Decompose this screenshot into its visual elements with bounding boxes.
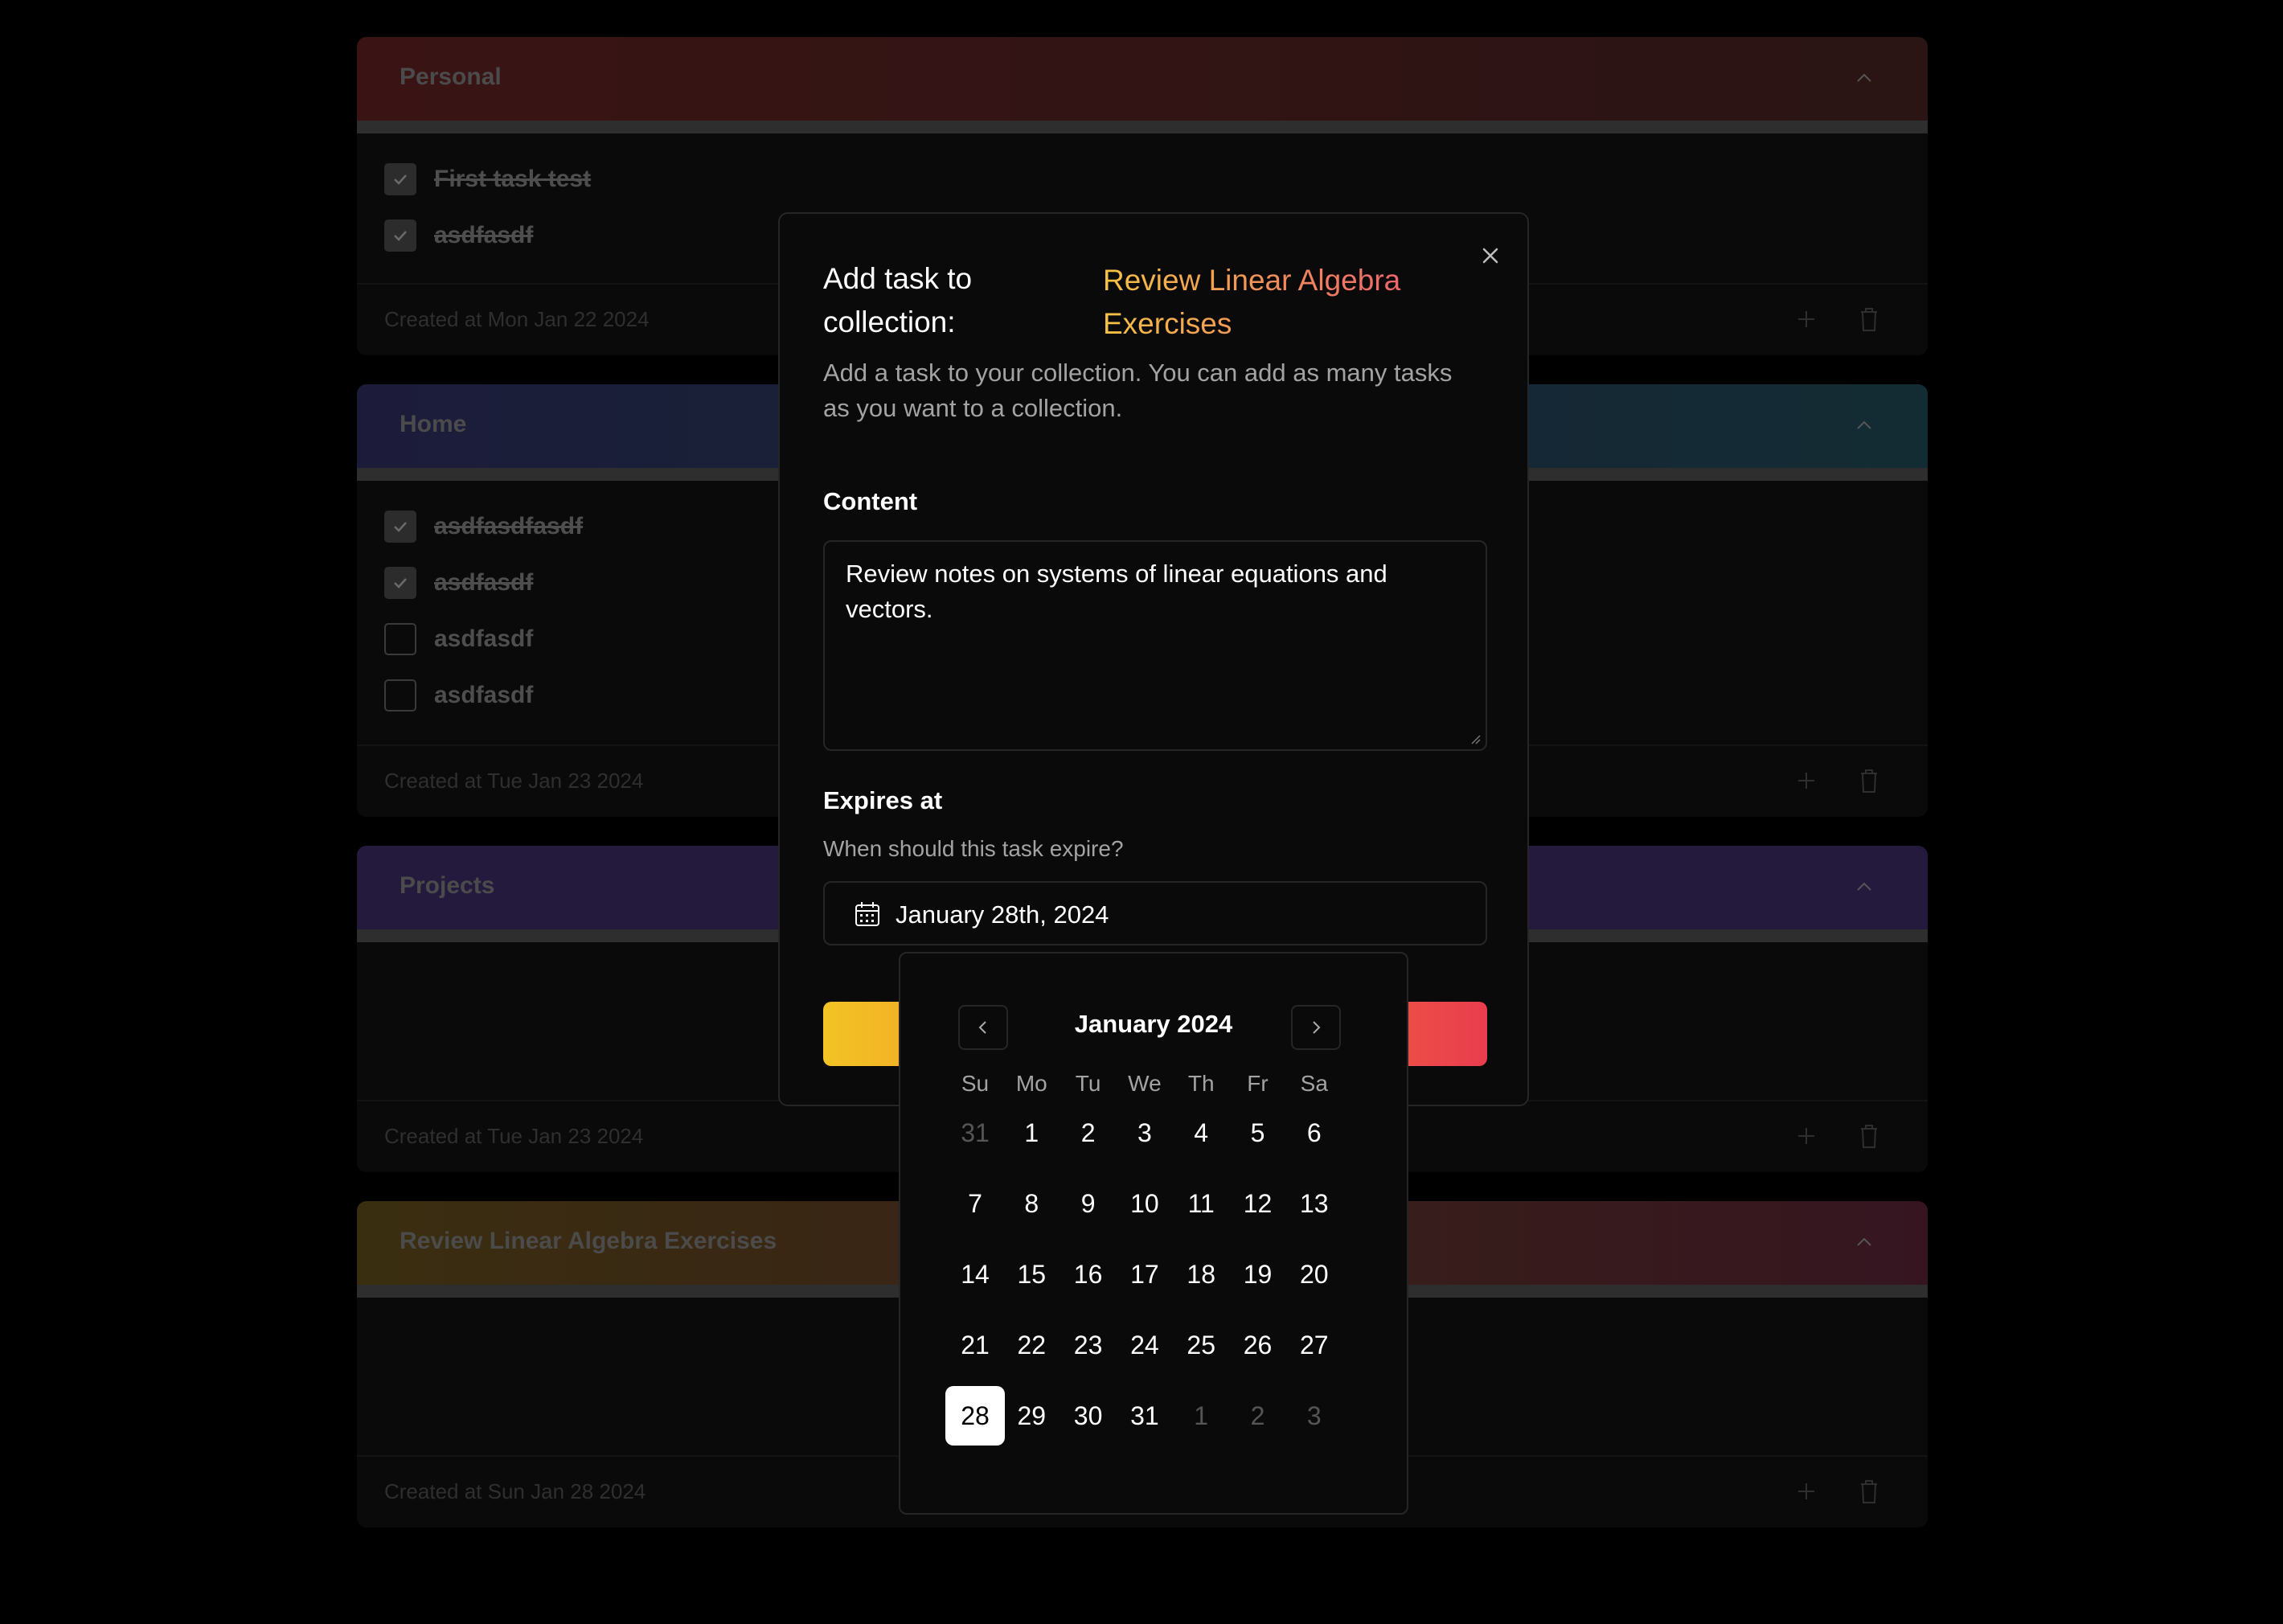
calendar-day[interactable]: 30 xyxy=(1059,1386,1118,1446)
calendar-day[interactable]: 3 xyxy=(1285,1386,1344,1446)
calendar-day[interactable]: 13 xyxy=(1285,1174,1344,1233)
calendar-day-selected[interactable]: 28 xyxy=(945,1386,1005,1446)
calendar-day[interactable]: 7 xyxy=(945,1174,1005,1233)
plus-icon[interactable] xyxy=(1794,769,1818,793)
content-textarea[interactable]: Review notes on systems of linear equati… xyxy=(823,540,1487,751)
calendar-day[interactable]: 1 xyxy=(1002,1103,1061,1163)
content-label: Content xyxy=(823,487,918,515)
dialog-title: Add task to collection: xyxy=(823,262,973,338)
chevron-up-icon[interactable] xyxy=(1852,875,1876,899)
task-label: asdfasdf xyxy=(434,222,534,248)
calendar-day[interactable]: 4 xyxy=(1171,1103,1231,1163)
task-label: asdfasdf xyxy=(434,625,534,652)
calendar-day[interactable]: 2 xyxy=(1059,1103,1118,1163)
calendar-day[interactable]: 22 xyxy=(1002,1315,1061,1375)
calendar-day[interactable]: 6 xyxy=(1285,1103,1344,1163)
collection-title: Review Linear Algebra Exercises xyxy=(400,1228,777,1254)
trash-icon[interactable] xyxy=(1857,306,1881,333)
collection-title: Personal xyxy=(400,64,502,90)
date-picker-value: January 28th, 2024 xyxy=(896,900,1109,929)
resize-handle-icon[interactable] xyxy=(1469,733,1481,744)
date-picker-button[interactable]: January 28th, 2024 xyxy=(823,881,1487,945)
calendar-day[interactable]: 14 xyxy=(945,1245,1005,1304)
calendar-day[interactable]: 11 xyxy=(1171,1174,1231,1233)
trash-icon[interactable] xyxy=(1857,1122,1881,1150)
task-checkbox[interactable] xyxy=(384,511,416,543)
calendar-day[interactable]: 12 xyxy=(1228,1174,1288,1233)
calendar-day[interactable]: 17 xyxy=(1115,1245,1174,1304)
calendar-day[interactable]: 24 xyxy=(1115,1315,1174,1375)
check-icon xyxy=(394,522,407,532)
content-value: Review notes on systems of linear equati… xyxy=(846,560,1387,623)
expires-label: Expires at xyxy=(823,786,943,814)
chevron-up-icon[interactable] xyxy=(1852,413,1876,437)
calendar-day[interactable]: 29 xyxy=(1002,1386,1061,1446)
progress-bar xyxy=(357,121,1928,133)
weekday-label: We xyxy=(1128,1071,1162,1096)
plus-icon[interactable] xyxy=(1794,307,1818,331)
created-at-text: Created at Sun Jan 28 2024 xyxy=(384,1479,646,1503)
chevron-up-icon[interactable] xyxy=(1852,66,1876,90)
chevron-up-icon[interactable] xyxy=(1852,1230,1876,1254)
check-icon xyxy=(394,231,407,241)
weekday-label: Su xyxy=(961,1071,990,1096)
calendar-day[interactable]: 31 xyxy=(1115,1386,1174,1446)
check-icon xyxy=(394,578,407,588)
task-label: asdfasdf xyxy=(434,682,534,708)
dialog-description: Add a task to your collection. You can a… xyxy=(823,359,1453,422)
calendar-day[interactable]: 16 xyxy=(1059,1245,1118,1304)
weekday-label: Th xyxy=(1187,1071,1215,1096)
task-checkbox[interactable] xyxy=(384,163,416,195)
expires-help-text: When should this task expire? xyxy=(823,836,1124,861)
created-at-text: Created at Mon Jan 22 2024 xyxy=(384,307,650,331)
trash-icon[interactable] xyxy=(1857,1478,1881,1505)
weekday-label: Fr xyxy=(1247,1071,1269,1096)
calendar-day[interactable]: 18 xyxy=(1171,1245,1231,1304)
chevron-right-icon xyxy=(1313,1021,1321,1034)
check-icon xyxy=(394,174,407,185)
calendar-day[interactable]: 15 xyxy=(1002,1245,1061,1304)
calendar-day[interactable]: 10 xyxy=(1115,1174,1174,1233)
calendar-day[interactable]: 9 xyxy=(1059,1174,1118,1233)
task-label: asdfasdf xyxy=(434,569,534,596)
task-label: asdfasdfasdf xyxy=(434,513,584,539)
created-at-text: Created at Tue Jan 23 2024 xyxy=(384,769,644,793)
calendar-day[interactable]: 25 xyxy=(1171,1315,1231,1375)
weekday-label: Mo xyxy=(1015,1071,1047,1096)
calendar-day[interactable]: 8 xyxy=(1002,1174,1061,1233)
calendar-day[interactable]: 5 xyxy=(1228,1103,1288,1163)
dialog-collection-name: Review Linear Algebra Exercises xyxy=(1103,259,1441,346)
weekday-label: Tu xyxy=(1075,1071,1101,1096)
task-checkbox[interactable] xyxy=(384,679,416,712)
plus-icon[interactable] xyxy=(1794,1124,1818,1148)
trash-icon[interactable] xyxy=(1857,767,1881,794)
calendar-popover: January 2024 Su Mo Tu We Th Fr Sa 31 1 2 3 4 5 6 7 8 9 10… xyxy=(899,952,1408,1515)
calendar-day[interactable]: 31 xyxy=(945,1103,1005,1163)
calendar-icon xyxy=(855,902,879,926)
next-month-button[interactable] xyxy=(1291,1005,1341,1050)
task-label: First task test xyxy=(434,166,592,192)
collection-title: Projects xyxy=(400,872,495,899)
calendar-day[interactable]: 1 xyxy=(1171,1386,1231,1446)
task-item: First task test xyxy=(384,151,1900,207)
task-checkbox[interactable] xyxy=(384,623,416,655)
calendar-day[interactable]: 20 xyxy=(1285,1245,1344,1304)
created-at-text: Created at Tue Jan 23 2024 xyxy=(384,1124,644,1148)
calendar-day[interactable]: 23 xyxy=(1059,1315,1118,1375)
plus-icon[interactable] xyxy=(1794,1479,1818,1503)
calendar-day[interactable]: 21 xyxy=(945,1315,1005,1375)
collection-header[interactable]: Personal xyxy=(357,37,1928,121)
calendar-day[interactable]: 27 xyxy=(1285,1315,1344,1375)
calendar-day[interactable]: 26 xyxy=(1228,1315,1288,1375)
calendar-day[interactable]: 2 xyxy=(1228,1386,1288,1446)
calendar-day[interactable]: 19 xyxy=(1228,1245,1288,1304)
task-checkbox[interactable] xyxy=(384,567,416,599)
weekday-label: Sa xyxy=(1300,1071,1328,1096)
task-checkbox[interactable] xyxy=(384,219,416,252)
close-icon[interactable] xyxy=(1478,243,1503,269)
calendar-day[interactable]: 3 xyxy=(1115,1103,1174,1163)
collection-title: Home xyxy=(400,411,467,437)
